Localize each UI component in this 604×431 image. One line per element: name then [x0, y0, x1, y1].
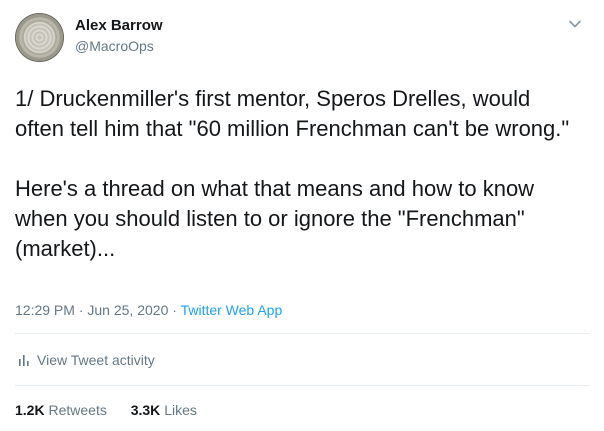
- likes-label: Likes: [164, 402, 197, 418]
- view-tweet-activity-link[interactable]: View Tweet activity: [17, 350, 155, 370]
- tweet-menu-button[interactable]: [564, 14, 586, 34]
- tweet-time[interactable]: 12:29 PM: [15, 302, 75, 318]
- meta-separator: ·: [74, 302, 88, 318]
- bar-chart-icon: [17, 353, 31, 367]
- likes-stat[interactable]: 3.3K Likes: [131, 400, 197, 420]
- user-name[interactable]: Alex Barrow: [75, 17, 163, 35]
- tweet-paragraph-1: 1/ Druckenmiller's first mentor, Speros …: [15, 86, 570, 141]
- tweet-paragraph-2: Here's a thread on what that means and h…: [15, 176, 541, 261]
- tweet-stats: 1.2K Retweets 3.3K Likes: [15, 400, 217, 420]
- tweet-card: Alex Barrow @MacroOps 1/ Druckenmiller's…: [0, 0, 604, 431]
- retweets-label: Retweets: [48, 402, 107, 418]
- tweet-date[interactable]: Jun 25, 2020: [87, 302, 168, 318]
- view-tweet-activity-label: View Tweet activity: [37, 352, 155, 368]
- retweets-stat[interactable]: 1.2K Retweets: [15, 400, 107, 420]
- divider: [15, 385, 589, 386]
- user-handle[interactable]: @MacroOps: [75, 37, 154, 55]
- retweets-count: 1.2K: [15, 402, 45, 418]
- meta-separator: ·: [168, 302, 181, 318]
- avatar[interactable]: [15, 13, 64, 62]
- divider: [15, 333, 589, 334]
- tweet-source-app[interactable]: Twitter Web App: [181, 302, 283, 318]
- likes-count: 3.3K: [130, 402, 161, 418]
- tweet-meta: 12:29 PM · Jun 25, 2020 · Twitter Web Ap…: [15, 300, 282, 320]
- tweet-text: 1/ Druckenmiller's first mentor, Speros …: [15, 84, 585, 264]
- chevron-down-icon: [569, 20, 581, 28]
